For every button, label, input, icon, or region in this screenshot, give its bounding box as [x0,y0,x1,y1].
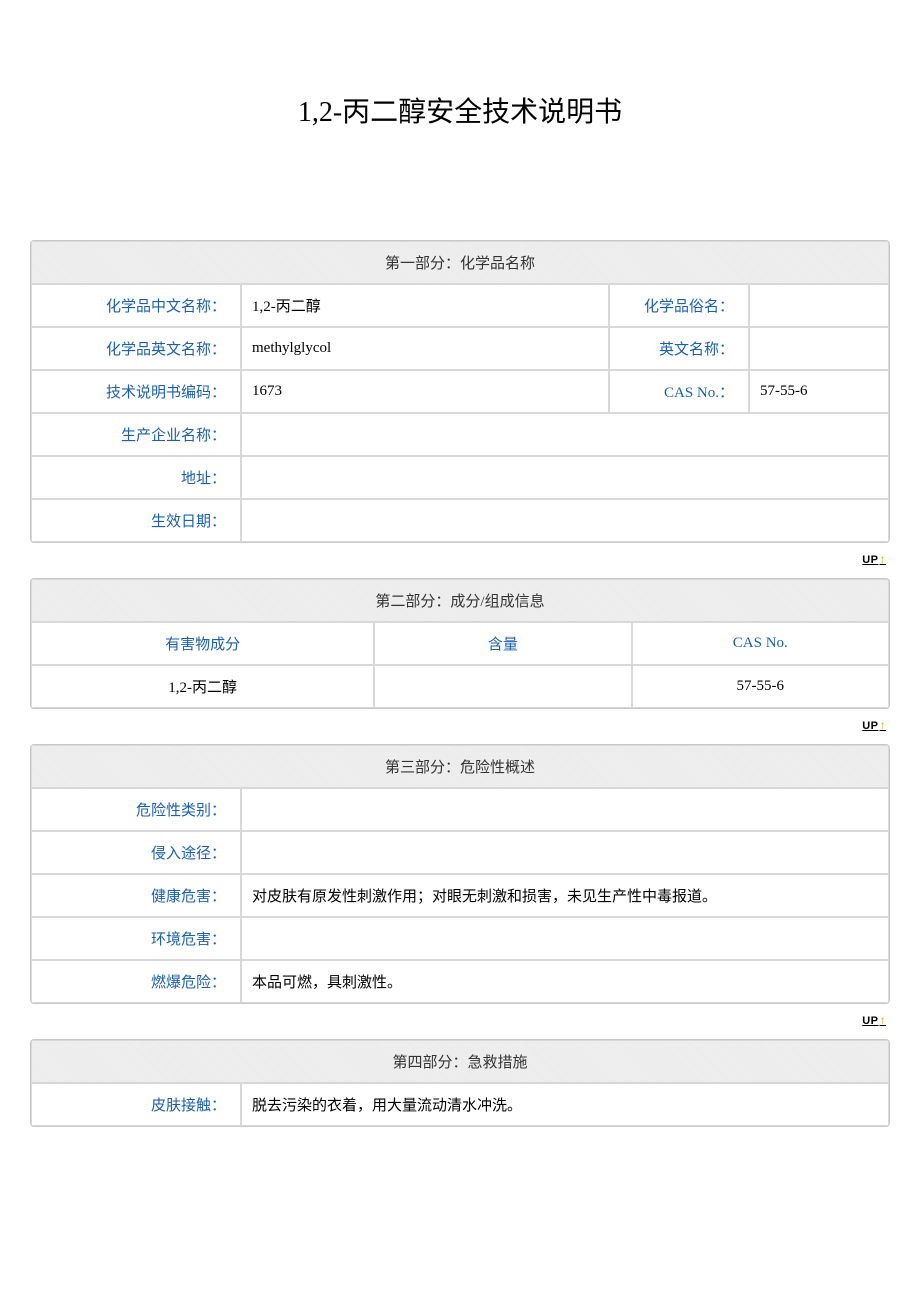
section3-header: 第三部分：危险性概述 [31,745,889,788]
section2-header: 第二部分：成分/组成信息 [31,579,889,622]
label-cn-name: 化学品中文名称： [31,284,241,327]
section3-table: 第三部分：危险性概述 危险性类别： 侵入途径： 健康危害： 对皮肤有原发性刺激作… [30,744,890,1004]
value-manual-code: 1673 [241,370,609,413]
label-fire: 燃爆危险： [31,960,241,1003]
label-common-name: 化学品俗名： [609,284,749,327]
row-cas: 57-55-6 [632,665,889,708]
value-route [241,831,889,874]
value-fire: 本品可燃，具刺激性。 [241,960,889,1003]
value-effective-date [241,499,889,542]
up-arrow-icon: ↑ [880,1013,887,1027]
up-link-label: UP [862,554,878,566]
col-ingredient: 有害物成分 [31,622,374,665]
up-arrow-icon: ↑ [880,718,887,732]
up-arrow-icon: ↑ [880,552,887,566]
label-cas-no: CAS No.： [609,370,749,413]
value-common-name [749,284,889,327]
label-en-name: 化学品英文名称： [31,327,241,370]
up-link-1[interactable]: UP↑ [862,552,886,566]
label-health: 健康危害： [31,874,241,917]
section2-table: 第二部分：成分/组成信息 有害物成分 含量 CAS No. 1,2-丙二醇 57… [30,578,890,709]
label-skin: 皮肤接触： [31,1083,241,1126]
section1-table: 第一部分：化学品名称 化学品中文名称： 1,2-丙二醇 化学品俗名： 化学品英文… [30,240,890,543]
up-link-label: UP [862,1015,878,1027]
label-en-common: 英文名称： [609,327,749,370]
row-content [374,665,631,708]
value-en-name: methylglycol [241,327,609,370]
value-manufacturer [241,413,889,456]
section4-table: 第四部分：急救措施 皮肤接触： 脱去污染的衣着，用大量流动清水冲洗。 [30,1039,890,1127]
label-category: 危险性类别： [31,788,241,831]
up-link-label: UP [862,720,878,732]
value-category [241,788,889,831]
value-cn-name: 1,2-丙二醇 [241,284,609,327]
label-environment: 环境危害： [31,917,241,960]
value-environment [241,917,889,960]
label-manual-code: 技术说明书编码： [31,370,241,413]
section4-header: 第四部分：急救措施 [31,1040,889,1083]
up-link-3[interactable]: UP↑ [862,1013,886,1027]
value-address [241,456,889,499]
section1-header: 第一部分：化学品名称 [31,241,889,284]
col-cas: CAS No. [632,622,889,665]
value-cas-no: 57-55-6 [749,370,889,413]
value-health: 对皮肤有原发性刺激作用；对眼无刺激和损害，未见生产性中毒报道。 [241,874,889,917]
label-effective-date: 生效日期： [31,499,241,542]
label-address: 地址： [31,456,241,499]
document-title: 1,2-丙二醇安全技术说明书 [30,90,890,130]
row-ingredient: 1,2-丙二醇 [31,665,374,708]
col-content: 含量 [374,622,631,665]
value-en-common [749,327,889,370]
label-route: 侵入途径： [31,831,241,874]
label-manufacturer: 生产企业名称： [31,413,241,456]
up-link-2[interactable]: UP↑ [862,718,886,732]
value-skin: 脱去污染的衣着，用大量流动清水冲洗。 [241,1083,889,1126]
